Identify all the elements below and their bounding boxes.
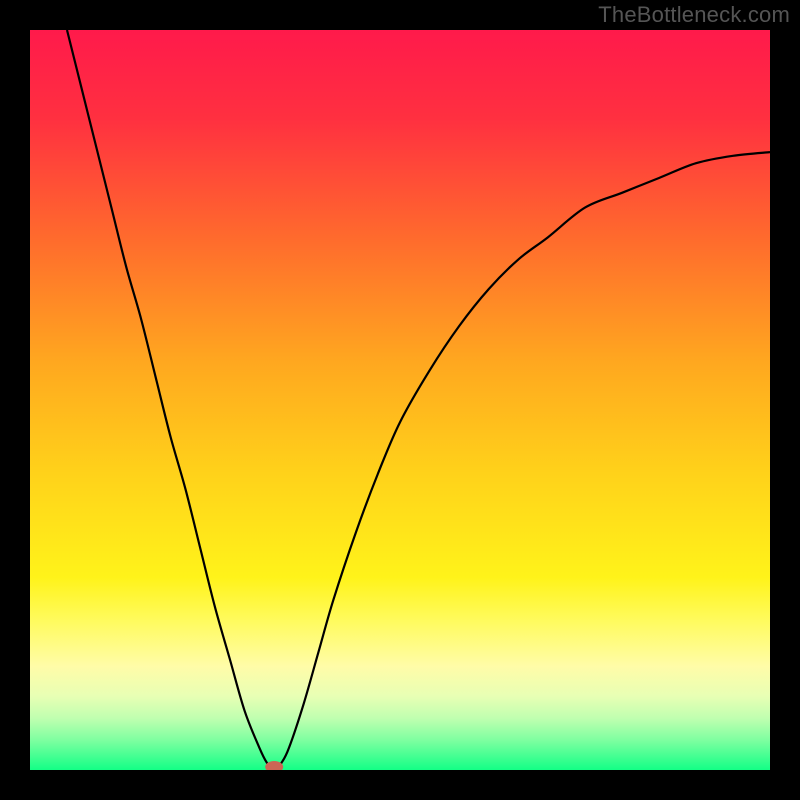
- watermark-text: TheBottleneck.com: [598, 2, 790, 28]
- chart-svg: [30, 30, 770, 770]
- plot-area: [30, 30, 770, 770]
- gradient-background: [30, 30, 770, 770]
- chart-frame: TheBottleneck.com: [0, 0, 800, 800]
